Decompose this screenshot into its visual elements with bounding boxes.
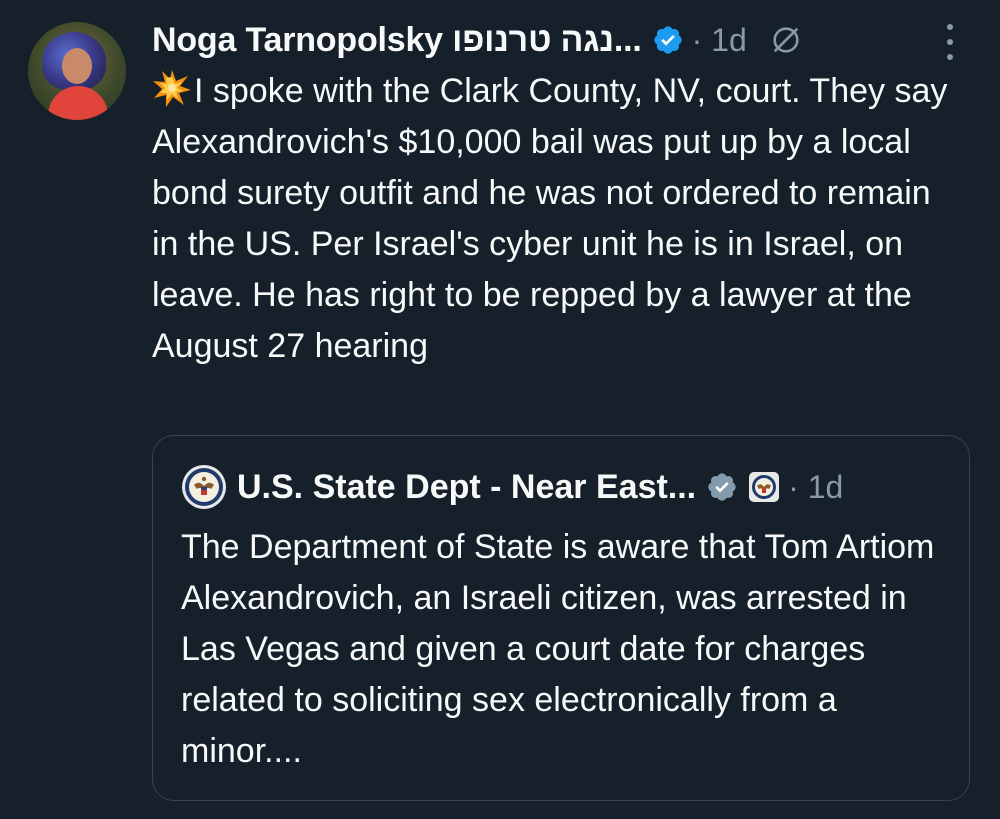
affiliation-seal-icon <box>749 472 780 502</box>
tweet-text: I spoke with the Clark County, NV, court… <box>152 72 948 365</box>
avatar-face <box>62 48 92 84</box>
collision-emoji <box>153 70 191 107</box>
author-avatar[interactable] <box>28 22 126 120</box>
quoted-header: U.S. State Dept - Near East... · 1d <box>181 464 843 510</box>
more-options-icon[interactable] <box>940 24 960 60</box>
more-dot <box>947 39 953 45</box>
avatar-shirt <box>48 86 108 120</box>
tweet-header: Noga Tarnopolsky נגה טרנופו... · 1d <box>152 16 803 64</box>
verified-badge-icon <box>653 26 682 54</box>
state-dept-seal-icon[interactable] <box>181 464 227 510</box>
more-dot <box>947 24 953 30</box>
quoted-text: The Department of State is aware that To… <box>181 528 935 770</box>
slash-circle-icon <box>773 27 799 53</box>
quoted-author-name[interactable]: U.S. State Dept - Near East... <box>237 468 696 507</box>
more-dot <box>947 54 953 60</box>
author-name[interactable]: Noga Tarnopolsky נגה טרנופו... <box>152 21 642 60</box>
tweet-time[interactable]: · 1d <box>692 22 747 59</box>
tweet-body: I spoke with the Clark County, NV, court… <box>152 66 952 372</box>
tweet-card[interactable]: Noga Tarnopolsky נגה טרנופו... · 1d I sp… <box>0 0 1000 819</box>
quoted-tweet[interactable]: U.S. State Dept - Near East... · 1d The … <box>152 435 970 801</box>
quoted-time[interactable]: · 1d <box>788 469 843 506</box>
verified-badge-icon <box>708 473 736 501</box>
